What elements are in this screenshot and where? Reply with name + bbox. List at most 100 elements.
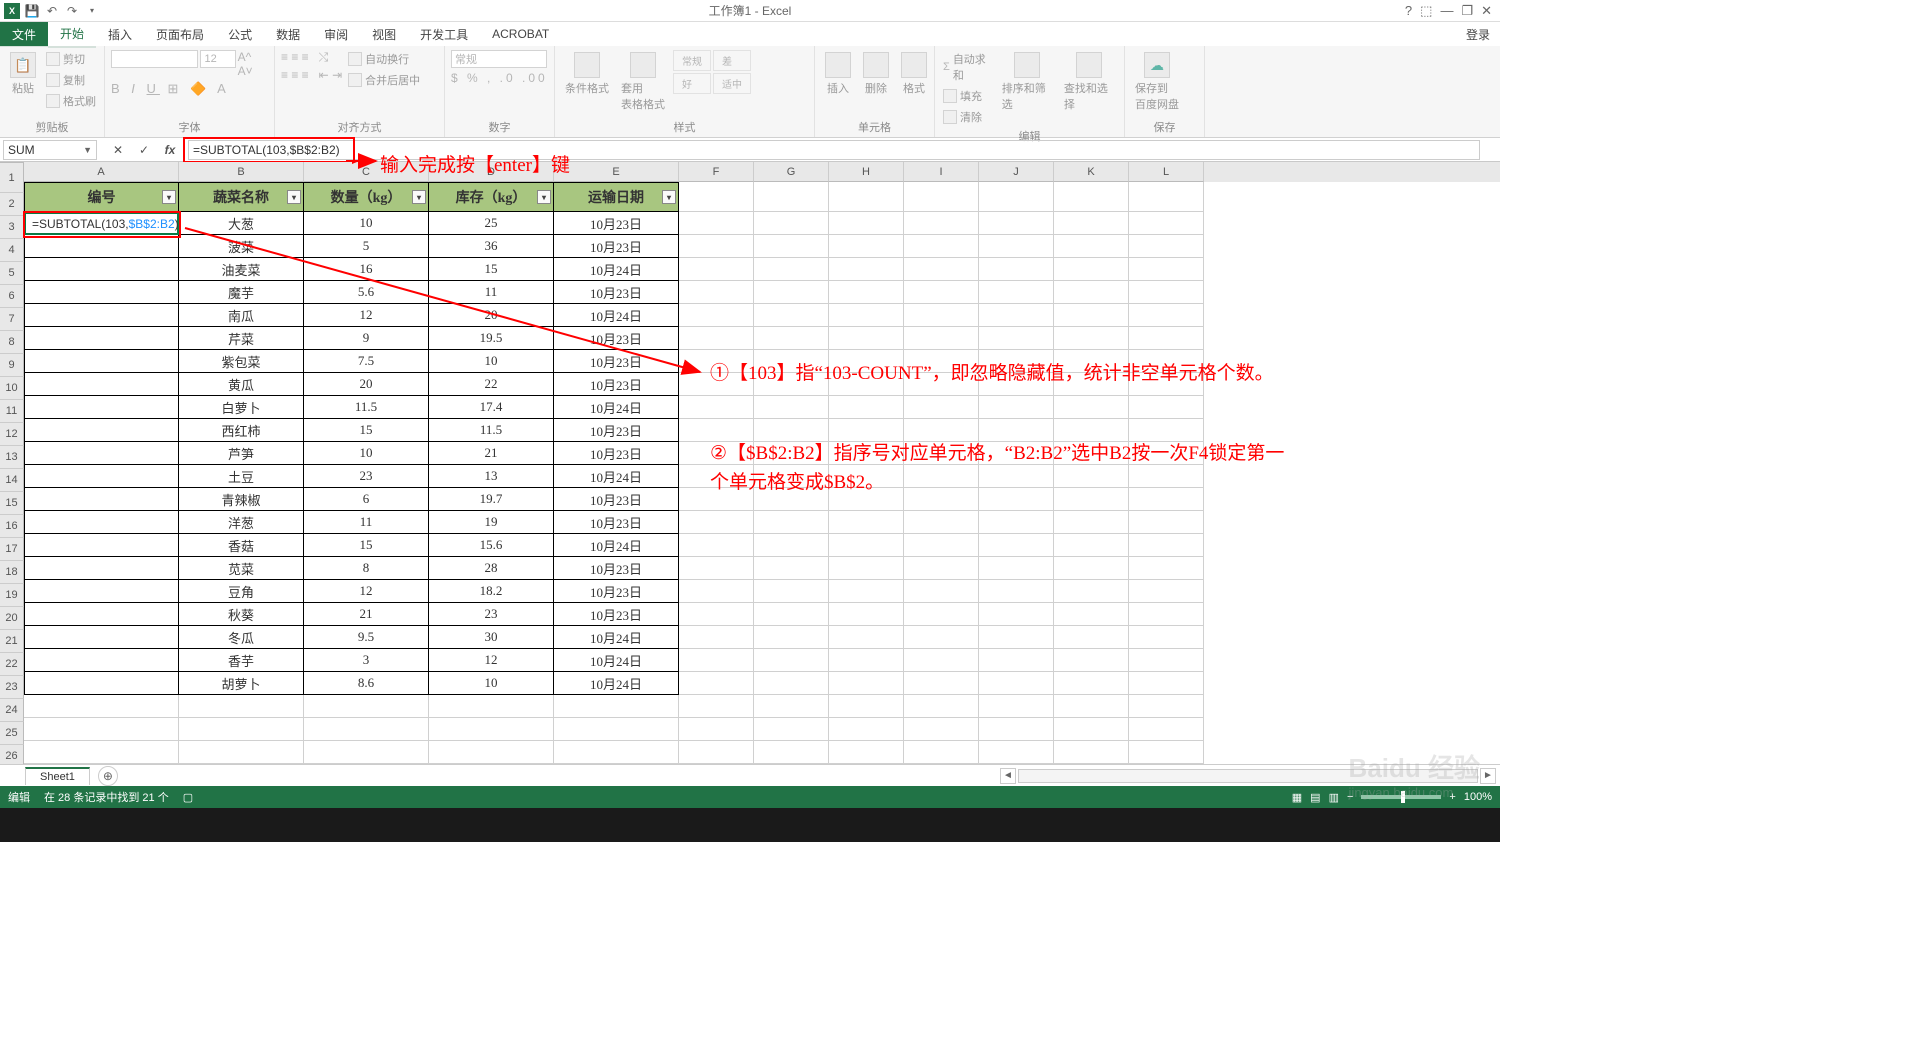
cell[interactable] (679, 419, 754, 442)
cell[interactable]: 大葱 (179, 212, 304, 235)
cell[interactable] (829, 304, 904, 327)
enter-formula-button[interactable]: ✓ (136, 143, 152, 157)
cell[interactable] (24, 580, 179, 603)
cell[interactable] (24, 396, 179, 419)
cell[interactable] (24, 350, 179, 373)
cell[interactable]: 菠菜 (179, 235, 304, 258)
cell[interactable] (24, 741, 179, 764)
cell[interactable] (679, 603, 754, 626)
cell[interactable]: 10月23日 (554, 327, 679, 350)
cell[interactable] (24, 327, 179, 350)
cell[interactable] (179, 741, 304, 764)
name-box[interactable]: SUM▼ (3, 140, 97, 160)
cell[interactable]: 19 (429, 511, 554, 534)
cell[interactable]: 8 (304, 557, 429, 580)
editing-cell[interactable]: =SUBTOTAL(103,$B$2:B2) (24, 212, 179, 235)
cell[interactable] (904, 672, 979, 695)
cell[interactable] (1054, 741, 1129, 764)
cell[interactable]: 西红柿 (179, 419, 304, 442)
cell[interactable]: 10月24日 (554, 534, 679, 557)
cell[interactable] (904, 182, 979, 212)
cell[interactable]: 11 (304, 511, 429, 534)
cell[interactable]: 3 (304, 649, 429, 672)
cell[interactable] (24, 488, 179, 511)
cell[interactable]: 秋葵 (179, 603, 304, 626)
col-header[interactable]: A (24, 162, 179, 182)
cell[interactable] (829, 396, 904, 419)
clear-button[interactable]: 清除 (941, 108, 994, 126)
cancel-formula-button[interactable]: ✕ (110, 143, 126, 157)
cell[interactable]: 豆角 (179, 580, 304, 603)
cell[interactable] (979, 258, 1054, 281)
cell[interactable] (554, 741, 679, 764)
row-header[interactable]: 13 (0, 446, 24, 469)
cell[interactable]: 10月23日 (554, 350, 679, 373)
cell[interactable]: 10月23日 (554, 442, 679, 465)
row-header[interactable]: 10 (0, 377, 24, 400)
cell[interactable] (554, 695, 679, 718)
tab-data[interactable]: 数据 (264, 22, 312, 47)
cell[interactable]: 30 (429, 626, 554, 649)
cell[interactable] (979, 235, 1054, 258)
row-header[interactable]: 22 (0, 653, 24, 676)
copy-button[interactable]: 复制 (44, 71, 98, 89)
cell[interactable] (754, 557, 829, 580)
cell[interactable]: 芦笋 (179, 442, 304, 465)
cell[interactable] (979, 511, 1054, 534)
cell[interactable]: 10 (429, 350, 554, 373)
cell[interactable] (24, 557, 179, 580)
autosum-button[interactable]: Σ自动求和 (941, 50, 994, 84)
cell[interactable] (904, 603, 979, 626)
help-icon[interactable]: ? (1405, 3, 1412, 19)
cell[interactable] (1129, 511, 1204, 534)
cell[interactable] (1054, 672, 1129, 695)
cell[interactable]: 10月23日 (554, 511, 679, 534)
cell[interactable]: 10月24日 (554, 258, 679, 281)
row-header[interactable]: 26 (0, 745, 24, 764)
maximize-icon[interactable]: ❐ (1461, 3, 1473, 19)
cell[interactable] (904, 396, 979, 419)
row-header[interactable]: 1 (0, 163, 24, 193)
cell[interactable]: 5 (304, 235, 429, 258)
cell[interactable]: 10月24日 (554, 304, 679, 327)
filter-dropdown-icon[interactable]: ▾ (537, 190, 551, 204)
cell[interactable] (904, 718, 979, 741)
cell[interactable]: 19.7 (429, 488, 554, 511)
cell[interactable] (1054, 304, 1129, 327)
cell[interactable]: 9.5 (304, 626, 429, 649)
cell[interactable] (979, 419, 1054, 442)
row-header[interactable]: 11 (0, 400, 24, 423)
cell[interactable]: 23 (304, 465, 429, 488)
cell[interactable] (429, 741, 554, 764)
cell[interactable] (679, 396, 754, 419)
cell[interactable]: 5.6 (304, 281, 429, 304)
cell[interactable] (904, 534, 979, 557)
cell[interactable] (1129, 212, 1204, 235)
cell[interactable] (979, 672, 1054, 695)
cell[interactable] (304, 741, 429, 764)
close-icon[interactable]: ✕ (1481, 3, 1492, 19)
cell[interactable] (979, 695, 1054, 718)
cell[interactable] (979, 718, 1054, 741)
redo-icon[interactable]: ↷ (64, 3, 80, 19)
cell[interactable] (979, 626, 1054, 649)
cell[interactable] (24, 649, 179, 672)
cell[interactable] (429, 718, 554, 741)
row-header[interactable]: 24 (0, 699, 24, 722)
col-header[interactable]: J (979, 162, 1054, 182)
format-cells-button[interactable]: 格式 (897, 50, 931, 98)
cell[interactable]: 10月24日 (554, 396, 679, 419)
cell[interactable] (829, 511, 904, 534)
cell[interactable]: 10月24日 (554, 465, 679, 488)
cell[interactable]: 土豆 (179, 465, 304, 488)
cell[interactable]: 紫包菜 (179, 350, 304, 373)
cell[interactable] (24, 304, 179, 327)
cell[interactable] (754, 511, 829, 534)
cell[interactable] (979, 182, 1054, 212)
cell[interactable]: 10 (304, 212, 429, 235)
table-header[interactable]: 库存（kg）▾ (429, 182, 554, 212)
cell[interactable] (904, 741, 979, 764)
cell[interactable]: 油麦菜 (179, 258, 304, 281)
cell[interactable] (679, 258, 754, 281)
cell[interactable] (829, 718, 904, 741)
